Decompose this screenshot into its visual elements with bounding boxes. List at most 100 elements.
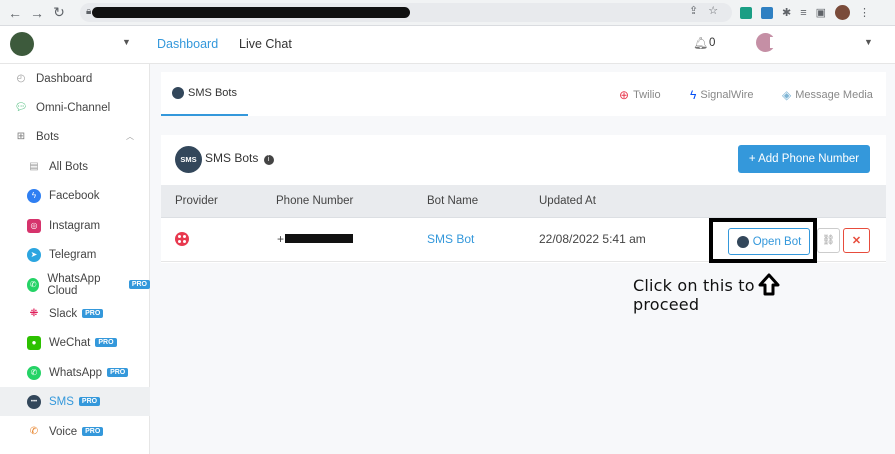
annotation-highlight-box (709, 218, 817, 263)
sidebar-item-whatsapp[interactable]: ✆ WhatsApp PRO (0, 358, 150, 387)
sidebar-item-sms[interactable]: ••• SMS PRO (0, 387, 150, 416)
annotation-line: Click on this to (633, 276, 755, 295)
tab-label: Twilio (633, 89, 661, 101)
sidebar-item-dashboard[interactable]: ◴ Dashboard (0, 64, 150, 93)
sidebar-item-all-bots[interactable]: ▤ All Bots (0, 152, 150, 181)
whatsapp-icon: ✆ (27, 277, 40, 292)
card-title-text: SMS Bots (205, 151, 259, 165)
address-bar[interactable]: 🔒︎ (80, 3, 732, 22)
updated-at: 22/08/2022 5:41 am (539, 232, 646, 246)
sidebar-item-label: Instagram (49, 219, 101, 232)
phone-prefix: + (277, 232, 285, 246)
tab-label: Message Media (795, 89, 873, 101)
sidebar-item-whatsapp-cloud[interactable]: ✆ WhatsApp Cloud PRO (0, 270, 150, 299)
table-header: Provider Phone Number Bot Name Updated A… (161, 185, 886, 218)
sidebar-item-label: SMS (49, 395, 74, 408)
pro-badge: PRO (95, 338, 117, 347)
chevron-up-icon: ︿ (126, 132, 134, 141)
phone-number-redaction (285, 234, 353, 243)
reload-icon[interactable]: ↻ (48, 4, 70, 21)
sidebar: ◴ Dashboard 💬︎ Omni-Channel ⊞ Bots ︿ ▤ A… (0, 64, 150, 454)
share-icon[interactable]: ⇪ (689, 4, 698, 17)
annotation-text: Click on this to proceed (633, 276, 755, 314)
nav-live-chat[interactable]: Live Chat (239, 37, 292, 51)
sidebar-item-facebook[interactable]: ϟ Facebook (0, 181, 150, 210)
browser-toolbar: ← → ↻ 🔒︎ ⇪ ☆ ✱ ≡ ▣ ⋮ (0, 0, 895, 26)
more-icon[interactable]: ⋮ (859, 6, 870, 19)
instagram-icon: ◎ (27, 218, 41, 233)
chevron-down-icon[interactable]: ▼ (864, 37, 873, 47)
tab-label: SMS Bots (188, 87, 237, 99)
wechat-icon: ● (27, 335, 41, 350)
phone-icon: ✆ (29, 426, 39, 437)
sidebar-item-wechat[interactable]: ● WeChat PRO (0, 328, 150, 357)
pro-badge: PRO (82, 427, 104, 436)
sidebar-item-bots[interactable]: ⊞ Bots ︿ (0, 122, 150, 151)
tab-signalwire[interactable]: ϟ SignalWire (690, 88, 754, 102)
url-redaction (92, 7, 410, 18)
sitemap-icon: ⊞ (16, 131, 26, 142)
annotation-line: proceed (633, 295, 700, 314)
add-phone-number-button[interactable]: + Add Phone Number (738, 145, 870, 173)
sidebar-item-label: Telegram (49, 248, 97, 261)
arrow-up-icon (758, 273, 780, 296)
info-icon[interactable]: i (263, 155, 274, 165)
puzzle-icon[interactable]: ✱ (782, 6, 791, 19)
address-bar-actions: ⇪ ☆ (689, 4, 718, 17)
sidebar-item-label: WhatsApp Cloud (47, 272, 101, 297)
dashboard-icon: ◴ (16, 73, 26, 84)
twilio-icon (175, 232, 189, 246)
pro-badge: PRO (107, 368, 129, 377)
workspace-avatar[interactable] (10, 32, 34, 56)
sidebar-item-label: WhatsApp (49, 366, 103, 379)
whatsapp-icon: ✆ (27, 365, 41, 380)
unlink-button[interactable]: ⛓︎ (817, 228, 840, 253)
sidebar-item-slack[interactable]: ⁜ Slack PRO (0, 299, 150, 328)
sidebar-item-instagram[interactable]: ◎ Instagram (0, 211, 150, 240)
chevron-down-icon[interactable]: ▼ (122, 37, 131, 47)
column-header: Bot Name (427, 195, 479, 207)
bot-name-link[interactable]: SMS Bot (427, 232, 474, 246)
pro-badge: PRO (82, 309, 104, 318)
close-icon: ✕ (851, 235, 862, 247)
column-header: Provider (175, 195, 218, 207)
card-title: SMS Bots i (205, 151, 274, 165)
unlink-icon: ⛓︎ (822, 235, 835, 246)
provider-tabs: SMS Bots ⊕ Twilio ϟ SignalWire ◈ Message… (161, 72, 886, 116)
profile-avatar[interactable] (835, 5, 851, 20)
star-icon[interactable]: ☆ (708, 4, 718, 17)
column-header: Phone Number (276, 195, 354, 207)
sidebar-item-voice[interactable]: ✆ Voice PRO (0, 417, 150, 446)
chat-bubbles-icon: 💬︎ (14, 102, 28, 113)
sidebar-item-label: WeChat (49, 336, 91, 349)
tab-twilio[interactable]: ⊕ Twilio (619, 88, 661, 102)
sidebar-item-omni-channel[interactable]: 💬︎ Omni-Channel (0, 93, 150, 122)
list-icon: ▤ (29, 161, 39, 172)
tab-sms-bots[interactable]: SMS Bots (161, 72, 248, 116)
slack-icon: ⁜ (29, 308, 39, 319)
sidebar-item-label: All Bots (49, 160, 88, 173)
notification-count: 0 (709, 37, 716, 49)
extensions-bar: ✱ ≡ ▣ ⋮ (740, 5, 870, 20)
reading-list-icon[interactable]: ≡ (800, 7, 806, 19)
bell-icon[interactable]: 🔔︎ (693, 36, 708, 50)
back-icon[interactable]: ← (4, 5, 26, 21)
pro-badge: PRO (128, 280, 150, 289)
tab-message-media[interactable]: ◈ Message Media (782, 88, 873, 102)
sidebar-item-telegram[interactable]: ➤ Telegram (0, 240, 150, 269)
sms-icon (172, 87, 185, 99)
message-media-icon: ◈ (782, 88, 792, 102)
extension-icon[interactable] (740, 6, 752, 19)
user-name-redaction (770, 37, 860, 48)
nav-dashboard[interactable]: Dashboard (157, 37, 218, 51)
signalwire-icon: ϟ (690, 88, 697, 102)
delete-button[interactable]: ✕ (843, 228, 870, 253)
forward-icon[interactable]: → (26, 5, 48, 21)
sidebar-item-label: Facebook (49, 189, 100, 202)
twilio-icon: ⊕ (619, 88, 630, 102)
extension-icon[interactable] (761, 6, 773, 19)
side-panel-icon[interactable]: ▣ (816, 6, 826, 19)
lock-icon: 🔒︎ (86, 6, 92, 17)
sidebar-item-label: Omni-Channel (36, 101, 111, 114)
sms-icon: ••• (27, 394, 41, 409)
